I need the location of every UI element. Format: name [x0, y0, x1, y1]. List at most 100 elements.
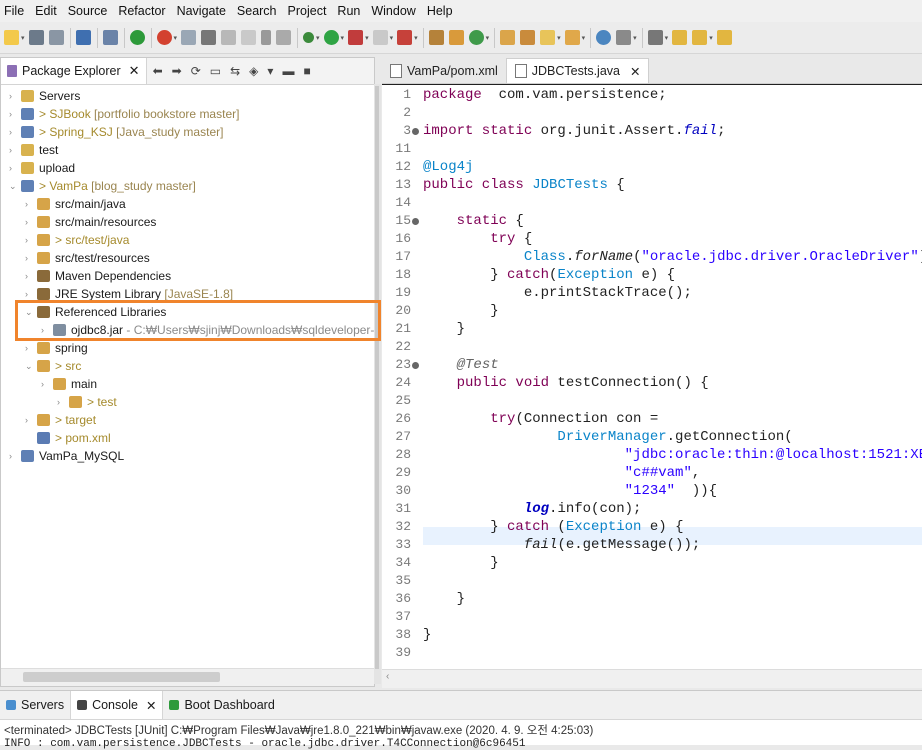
- console-tab[interactable]: Boot Dashboard: [163, 691, 280, 719]
- server-icon[interactable]: [397, 30, 413, 45]
- chevron-icon[interactable]: ›: [25, 195, 28, 213]
- chevron-icon[interactable]: ⌄: [25, 357, 33, 375]
- vertical-scrollbar[interactable]: [375, 86, 379, 669]
- open-type-icon[interactable]: [181, 30, 197, 45]
- filter-icon[interactable]: ◈: [249, 64, 258, 78]
- chevron-icon[interactable]: ›: [25, 411, 28, 429]
- save-all-icon[interactable]: [48, 30, 64, 45]
- tree-item[interactable]: › spring: [1, 339, 374, 357]
- close-icon[interactable]: ✕: [630, 64, 640, 79]
- chevron-icon[interactable]: ›: [9, 123, 12, 141]
- minimize-icon[interactable]: ▬: [282, 64, 294, 78]
- tree-item[interactable]: › src/main/java: [1, 195, 374, 213]
- chevron-icon[interactable]: ⌄: [9, 177, 17, 195]
- highlighter-icon[interactable]: [540, 30, 556, 45]
- sync-icon[interactable]: ⟳: [191, 64, 201, 78]
- new-java-project-icon[interactable]: [428, 30, 444, 45]
- run-icon[interactable]: [323, 30, 339, 45]
- power-icon[interactable]: [129, 30, 145, 45]
- collapse-all-icon[interactable]: ▭: [210, 64, 221, 78]
- tree-item[interactable]: > pom.xml: [1, 429, 374, 447]
- view-menu-icon[interactable]: ▾: [267, 64, 273, 78]
- tree-item[interactable]: ⌄ > src: [1, 357, 374, 375]
- debug-icon[interactable]: [303, 32, 315, 43]
- new-icon[interactable]: [4, 30, 19, 45]
- tree-item[interactable]: › > Spring_KSJ [Java_study master]: [1, 123, 374, 141]
- chevron-icon[interactable]: ›: [25, 231, 28, 249]
- folder-icon[interactable]: [564, 30, 580, 45]
- fold-icon[interactable]: [412, 128, 419, 135]
- save-icon[interactable]: [28, 30, 44, 45]
- forward-icon[interactable]: [716, 30, 732, 45]
- close-icon[interactable]: ✕: [146, 698, 156, 713]
- tree-item[interactable]: › test: [1, 141, 374, 159]
- horizontal-scrollbar[interactable]: [1, 668, 374, 686]
- forward-arrow-icon[interactable]: ➡: [172, 64, 182, 78]
- menu-help[interactable]: Help: [423, 4, 460, 18]
- tree-item[interactable]: › main: [1, 375, 374, 393]
- menu-edit[interactable]: Edit: [31, 4, 64, 18]
- back-arrow-icon[interactable]: ⬅: [153, 64, 163, 78]
- new-package-icon[interactable]: [448, 30, 464, 45]
- maximize-icon[interactable]: ■: [303, 64, 310, 78]
- chevron-icon[interactable]: ›: [9, 141, 12, 159]
- menu-navigate[interactable]: Navigate: [173, 4, 233, 18]
- open-folder-icon[interactable]: [500, 30, 516, 45]
- forward-left-icon[interactable]: [692, 30, 708, 45]
- code-editor[interactable]: 1 2 3 11 12 13 14 15 16 17 18 19 20 21 22 23 24 25 26 27 28 2…: [382, 85, 922, 669]
- chevron-icon[interactable]: ›: [57, 393, 60, 411]
- tree-item[interactable]: ⌄ > VamPa [blog_study master]: [1, 177, 374, 195]
- block-icon[interactable]: [276, 30, 292, 45]
- run-external-icon[interactable]: [348, 30, 364, 45]
- chevron-icon[interactable]: ›: [9, 159, 12, 177]
- back-icon[interactable]: [672, 30, 688, 45]
- menu-window[interactable]: Window: [367, 4, 422, 18]
- open-file-icon[interactable]: [221, 30, 237, 45]
- scroll-thumb[interactable]: [23, 672, 220, 682]
- editor-tab[interactable]: VamPa/pom.xml: [382, 59, 506, 83]
- fold-icon[interactable]: [412, 218, 419, 225]
- menu-source[interactable]: Source: [64, 4, 115, 18]
- console-tab[interactable]: Console ✕: [70, 691, 164, 719]
- close-icon[interactable]: ✕: [129, 63, 140, 79]
- tree-item[interactable]: › VamPa_MySQL: [1, 447, 374, 465]
- tree-item[interactable]: › Maven Dependencies: [1, 267, 374, 285]
- paragraph-icon[interactable]: [261, 30, 272, 45]
- menu-refactor[interactable]: Refactor: [114, 4, 172, 18]
- chevron-icon[interactable]: ›: [25, 213, 28, 231]
- tree-item[interactable]: › > target: [1, 411, 374, 429]
- tree-item[interactable]: › > test: [1, 393, 374, 411]
- stop-icon[interactable]: [372, 30, 388, 45]
- tree-item[interactable]: › Servers: [1, 87, 374, 105]
- editor-horizontal-scrollbar[interactable]: ‹: [382, 669, 922, 688]
- annotation-icon[interactable]: [616, 30, 632, 45]
- chevron-icon[interactable]: ›: [25, 339, 28, 357]
- open-task-icon[interactable]: [520, 30, 536, 45]
- tree-item[interactable]: › upload: [1, 159, 374, 177]
- menu-search[interactable]: Search: [233, 4, 284, 18]
- chevron-icon[interactable]: ›: [9, 447, 12, 465]
- next-annotation-icon[interactable]: [647, 30, 663, 45]
- fold-icon[interactable]: [412, 362, 419, 369]
- menu-file[interactable]: File: [0, 4, 31, 18]
- scroll-left-icon[interactable]: ‹: [386, 671, 389, 682]
- skip-breakpoints-icon[interactable]: [102, 30, 118, 45]
- edit-icon[interactable]: [201, 30, 217, 45]
- chevron-icon[interactable]: ›: [25, 249, 28, 267]
- chevron-icon[interactable]: ›: [9, 87, 12, 105]
- terminal-icon[interactable]: [75, 30, 91, 45]
- tree-item[interactable]: › > SJBook [portfolio bookstore master]: [1, 105, 374, 123]
- chevron-icon[interactable]: ›: [25, 267, 28, 285]
- console-tab[interactable]: Servers: [0, 691, 70, 719]
- tree-item[interactable]: › src/main/resources: [1, 213, 374, 231]
- chevron-icon[interactable]: ›: [9, 105, 12, 123]
- menu-project[interactable]: Project: [284, 4, 334, 18]
- spring-boot-icon[interactable]: [156, 30, 172, 45]
- menu-run[interactable]: Run: [333, 4, 367, 18]
- document-icon[interactable]: [241, 30, 257, 45]
- link-editor-icon[interactable]: ⇆: [230, 64, 240, 78]
- chevron-icon[interactable]: ›: [41, 375, 44, 393]
- globe-icon[interactable]: [596, 30, 612, 45]
- tree-item[interactable]: › src/test/resources: [1, 249, 374, 267]
- editor-tab[interactable]: JDBCTests.java ✕: [505, 58, 650, 83]
